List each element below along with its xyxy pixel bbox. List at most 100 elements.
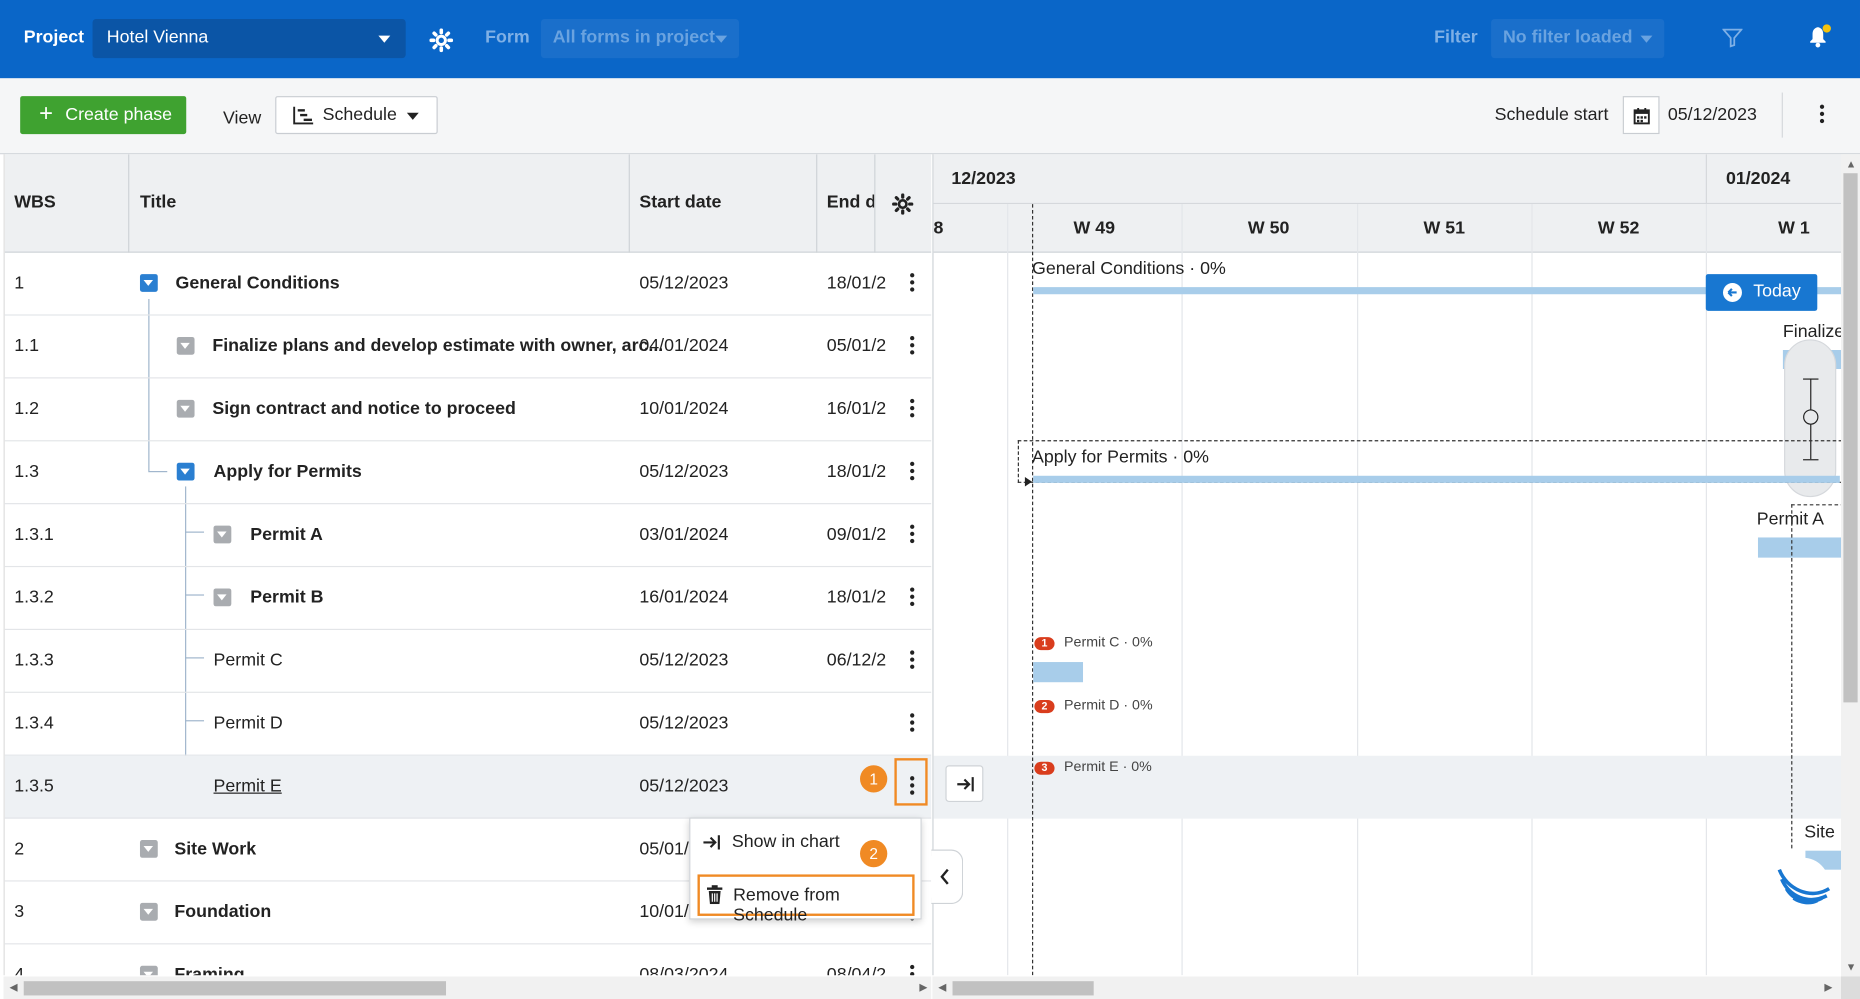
table-row[interactable]: 1.3.3 Permit C 05/12/2023 06/12/2 — [4, 630, 932, 693]
row-menu-icon[interactable] — [909, 649, 916, 670]
row-menu-icon[interactable] — [909, 397, 916, 418]
column-header-title[interactable]: Title — [140, 192, 176, 212]
form-select-value: All forms in project — [552, 27, 715, 48]
highlighted-row-menu[interactable] — [894, 758, 928, 806]
collapse-toggle-icon[interactable] — [139, 902, 158, 921]
row-menu-icon[interactable] — [909, 272, 916, 293]
title-cell[interactable]: Site Work — [174, 839, 256, 859]
table-row[interactable]: 1.1 Finalize plans and develop estimate … — [4, 316, 932, 379]
filter-icon[interactable] — [1722, 28, 1743, 48]
title-cell[interactable]: Finalize plans and develop estimate with… — [212, 336, 663, 356]
start-date-cell[interactable]: 05/12/2023 — [639, 650, 728, 670]
project-select[interactable]: Hotel Vienna — [92, 18, 406, 59]
end-date-cell[interactable]: 08/04/2 — [827, 965, 895, 976]
create-phase-button[interactable]: + Create phase — [20, 96, 187, 135]
end-date-cell[interactable]: 16/01/2 — [827, 399, 895, 419]
title-cell[interactable]: Permit E — [214, 776, 282, 796]
table-row[interactable]: 1 General Conditions 05/12/2023 18/01/2 — [4, 253, 932, 316]
scroll-up-icon[interactable]: ▲ — [1846, 158, 1857, 170]
collapse-toggle-icon[interactable] — [176, 462, 195, 481]
view-select[interactable]: Schedule — [275, 96, 438, 135]
scrollbar-thumb[interactable] — [23, 981, 447, 996]
start-date-cell[interactable]: 05/12/2023 — [639, 462, 728, 482]
collapse-toggle-icon[interactable] — [176, 399, 195, 418]
end-date-cell[interactable]: 09/01/2 — [827, 524, 895, 544]
title-cell[interactable]: Foundation — [174, 902, 271, 922]
scroll-left-icon[interactable]: ◀ — [938, 981, 946, 994]
table-row[interactable]: 1.3.4 Permit D 05/12/2023 — [4, 693, 932, 756]
start-date-cell[interactable]: 10/01/ — [639, 902, 688, 922]
menu-item-remove-from-schedule[interactable]: Remove from Schedule — [697, 874, 915, 925]
gantt-horizontal-scrollbar[interactable]: ◀ ▶ — [932, 976, 1842, 999]
more-options-icon[interactable] — [1813, 102, 1832, 126]
table-row-selected[interactable]: 1.3.5 Permit E 05/12/2023 — [4, 755, 932, 819]
start-date-cell[interactable]: 16/01/2024 — [639, 587, 728, 607]
title-cell[interactable]: Permit C — [214, 650, 283, 670]
row-menu-icon[interactable] — [909, 712, 916, 733]
end-date-cell[interactable]: 18/01/2 — [827, 587, 895, 607]
end-date-cell[interactable]: 18/01/2 — [827, 462, 895, 482]
table-row[interactable]: 1.3.2 Permit B 16/01/2024 18/01/2 — [4, 567, 932, 631]
collapse-toggle-icon[interactable] — [213, 588, 232, 607]
end-date-cell[interactable]: 18/01/2 — [827, 273, 895, 293]
table-row[interactable]: 1.3.1 Permit A 03/01/2024 09/01/2 — [4, 504, 932, 568]
row-menu-icon[interactable] — [909, 523, 916, 544]
grid-horizontal-scrollbar[interactable]: ◀ ▶ — [3, 976, 932, 999]
title-cell[interactable]: Permit D — [214, 713, 283, 733]
vertical-scrollbar[interactable]: ▲ ▼ — [1841, 154, 1860, 977]
filter-select[interactable]: No filter loaded — [1491, 18, 1665, 59]
collapse-toggle-icon[interactable] — [139, 965, 158, 976]
start-date-cell[interactable]: 05/12/2023 — [639, 713, 728, 733]
column-header-wbs[interactable]: WBS — [14, 192, 56, 212]
zoom-slider-handle[interactable] — [1803, 409, 1819, 425]
title-cell[interactable]: Framing — [174, 965, 244, 976]
gantt-bar-apply-permits[interactable] — [1033, 475, 1840, 483]
row-menu-icon[interactable] — [909, 586, 916, 607]
scrollbar-thumb[interactable] — [1843, 173, 1858, 703]
scroll-down-icon[interactable]: ▼ — [1846, 961, 1857, 973]
start-date-cell[interactable]: 04/01/2024 — [639, 336, 728, 356]
collapse-toggle-icon[interactable] — [213, 525, 232, 544]
title-cell[interactable]: General Conditions — [176, 273, 340, 293]
gear-icon[interactable] — [429, 28, 454, 53]
row-menu-icon[interactable] — [909, 460, 916, 481]
start-date-cell[interactable]: 03/01/2024 — [639, 524, 728, 544]
title-cell[interactable]: Apply for Permits — [214, 462, 362, 482]
row-menu-icon[interactable] — [909, 335, 916, 356]
start-date-cell[interactable]: 05/12/2023 — [639, 776, 728, 796]
today-button[interactable]: Today — [1705, 274, 1818, 311]
end-date-cell[interactable]: 06/12/2 — [827, 650, 895, 670]
collapse-toggle-icon[interactable] — [139, 840, 158, 858]
collapse-toggle-icon[interactable] — [139, 274, 158, 292]
table-row[interactable]: 1.2 Sign contract and notice to proceed … — [4, 378, 932, 442]
scroll-right-icon[interactable]: ▶ — [919, 981, 927, 994]
collapse-toggle-icon[interactable] — [176, 336, 195, 355]
column-settings-gear-icon[interactable] — [892, 193, 914, 215]
end-date-cell[interactable]: 05/01/2 — [827, 336, 895, 356]
table-row[interactable]: 1.3 Apply for Permits 05/12/2023 18/01/2 — [4, 441, 932, 505]
scrollbar-thumb[interactable] — [952, 981, 1094, 996]
show-in-chart-button[interactable] — [945, 765, 984, 803]
collapse-panel-button[interactable] — [931, 849, 964, 905]
month-label: 01/2024 — [1725, 168, 1791, 189]
gantt-bar-permit-a[interactable] — [1757, 537, 1842, 558]
calendar-button[interactable] — [1622, 96, 1660, 135]
schedule-start-value[interactable]: 05/12/2023 — [1668, 104, 1757, 124]
scroll-left-icon[interactable]: ◀ — [9, 981, 17, 994]
start-date-cell[interactable]: 10/01/2024 — [639, 399, 728, 419]
title-cell[interactable]: Permit A — [250, 524, 323, 544]
row-menu-icon[interactable] — [909, 963, 916, 976]
start-date-cell[interactable]: 05/12/2023 — [639, 273, 728, 293]
bell-icon[interactable] — [1807, 24, 1833, 50]
start-date-cell[interactable]: 08/03/2024 — [639, 965, 728, 976]
form-select[interactable]: All forms in project — [540, 18, 740, 59]
column-header-end-date[interactable]: End date — [827, 192, 874, 212]
column-header-start-date[interactable]: Start date — [639, 192, 721, 212]
title-cell[interactable]: Sign contract and notice to proceed — [212, 399, 516, 419]
start-date-cell[interactable]: 05/01/ — [639, 839, 688, 859]
table-row[interactable]: 4 Framing 08/03/2024 08/04/2 — [5, 944, 931, 976]
scroll-right-icon[interactable]: ▶ — [1824, 981, 1832, 994]
title-cell[interactable]: Permit B — [250, 587, 323, 607]
wbs-cell: 1.1 — [14, 335, 39, 356]
gantt-bar-permit-c[interactable] — [1033, 662, 1084, 683]
